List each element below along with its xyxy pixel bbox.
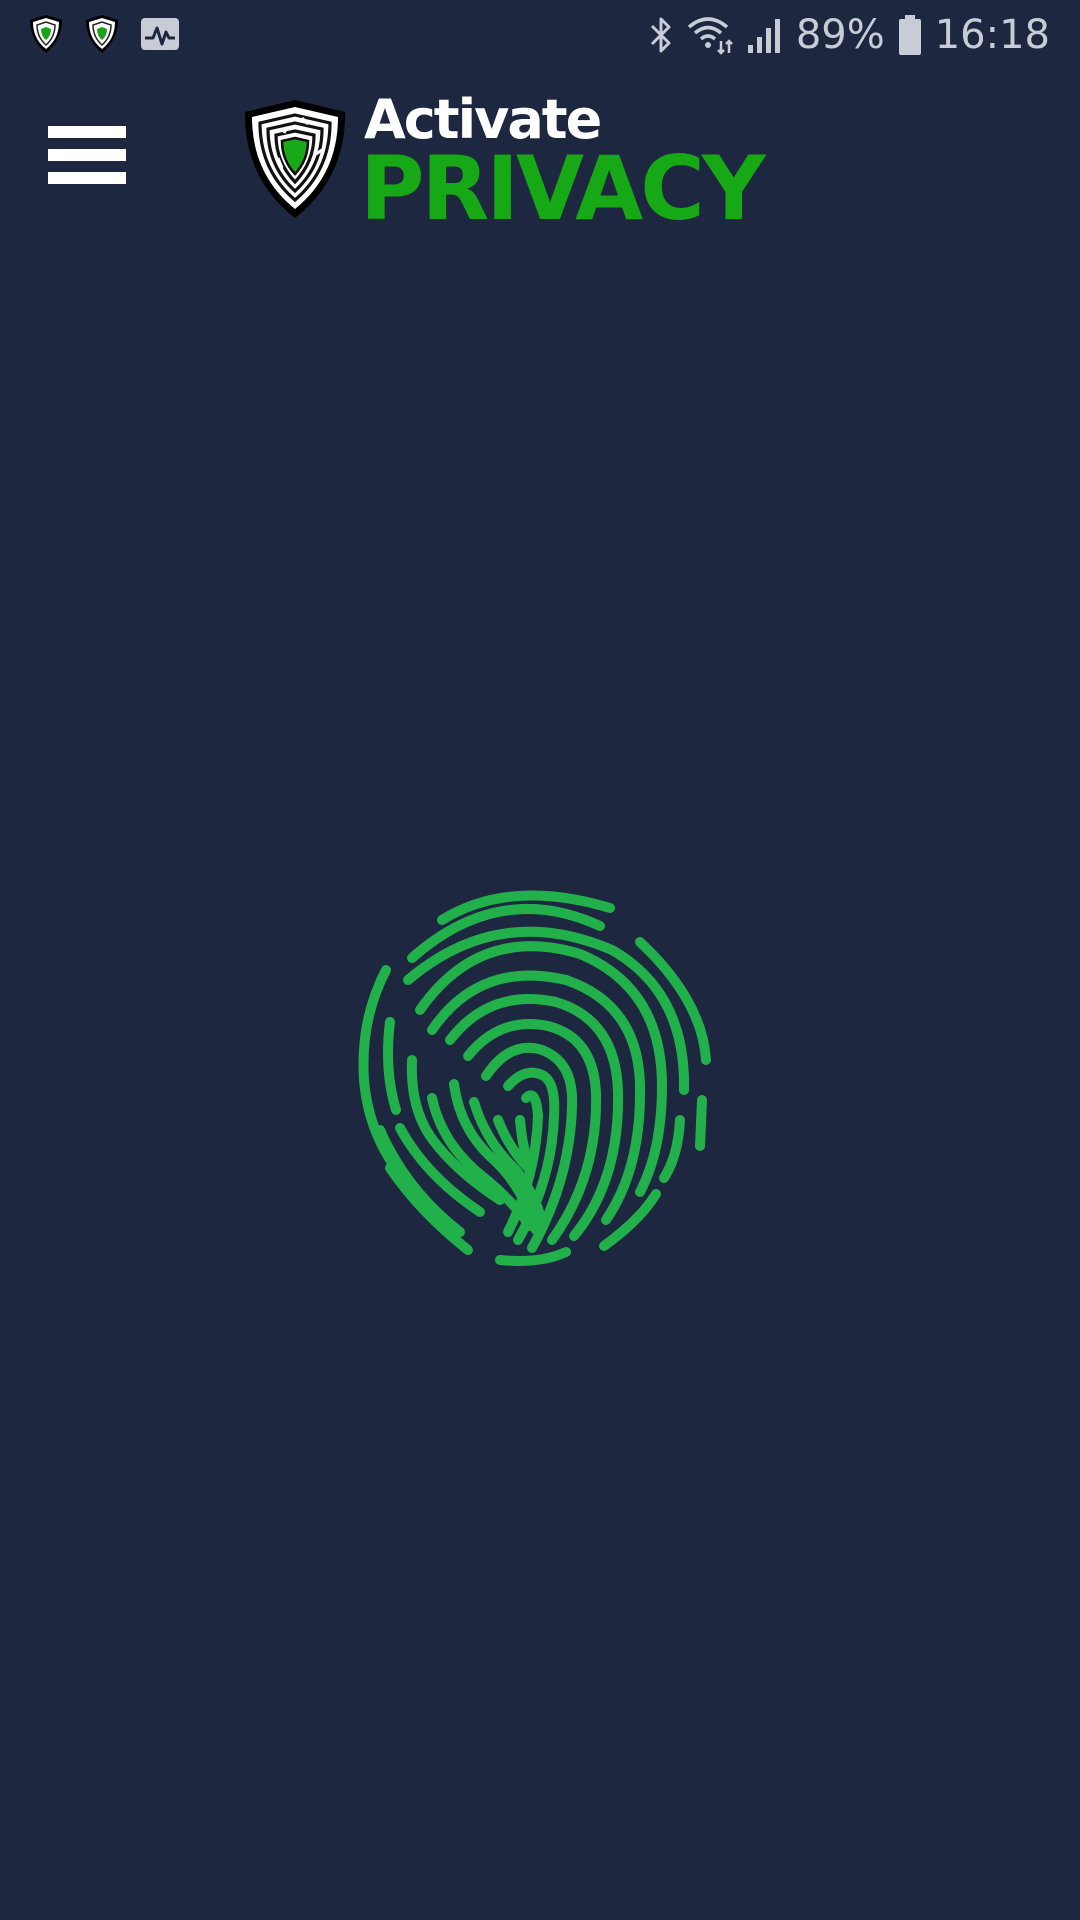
privacy-shield-icon bbox=[30, 15, 62, 53]
logo-word-privacy: PRIVACY bbox=[360, 137, 766, 240]
signal-icon bbox=[747, 19, 780, 53]
status-time: 16:18 bbox=[934, 12, 1050, 58]
shield-fingerprint-logo bbox=[244, 100, 346, 218]
notification-icons bbox=[28, 14, 180, 54]
bluetooth-icon bbox=[650, 17, 671, 53]
privacy-shield-icon bbox=[86, 15, 118, 53]
battery-icon bbox=[898, 15, 921, 55]
app-screen: 89% 16:18 Activate PRIVACY bbox=[0, 0, 1080, 1920]
wifi-icon bbox=[687, 17, 733, 55]
system-status-icons: 89% 16:18 bbox=[648, 8, 1050, 62]
app-header: Activate PRIVACY bbox=[0, 70, 1080, 240]
battery-percent: 89% bbox=[795, 12, 885, 58]
hamburger-menu-icon[interactable] bbox=[48, 126, 126, 184]
status-bar: 89% 16:18 bbox=[0, 0, 1080, 70]
activity-monitor-icon bbox=[141, 18, 179, 50]
fingerprint-icon[interactable] bbox=[350, 880, 730, 1270]
app-logo: Activate PRIVACY bbox=[242, 90, 766, 234]
